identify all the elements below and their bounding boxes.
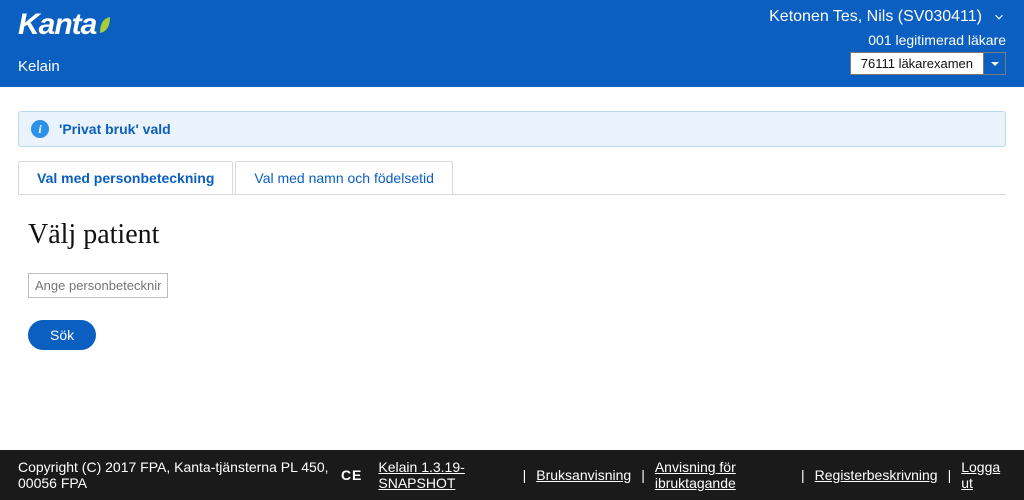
footer-link-register[interactable]: Registerbeskrivning bbox=[815, 467, 938, 483]
logo-text: Kanta bbox=[18, 8, 96, 42]
info-banner: i 'Privat bruk' vald bbox=[18, 111, 1006, 147]
info-banner-text: 'Privat bruk' vald bbox=[59, 121, 171, 137]
user-menu[interactable]: Ketonen Tes, Nils (SV030411) bbox=[769, 8, 1006, 26]
footer-link-logout[interactable]: Logga ut bbox=[961, 459, 1006, 491]
app-header: Kanta Kelain Ketonen Tes, Nils (SV030411… bbox=[0, 0, 1024, 87]
panel-heading: Välj patient bbox=[28, 219, 996, 251]
footer-link-deployment[interactable]: Anvisning för ibruktagande bbox=[655, 459, 791, 491]
chevron-down-icon bbox=[992, 10, 1006, 24]
header-right: Ketonen Tes, Nils (SV030411) 001 legitim… bbox=[769, 8, 1006, 75]
tab-name-birth[interactable]: Val med namn och födelsetid bbox=[235, 161, 453, 194]
tab-bar: Val med personbeteckning Val med namn oc… bbox=[18, 161, 1006, 195]
user-display-name: Ketonen Tes, Nils (SV030411) bbox=[769, 8, 982, 26]
footer-link-manual[interactable]: Bruksanvisning bbox=[536, 467, 631, 483]
role-select-caret[interactable] bbox=[984, 52, 1006, 75]
info-icon: i bbox=[31, 120, 49, 138]
footer-copyright: Copyright (C) 2017 FPA, Kanta-tjänsterna… bbox=[18, 459, 333, 491]
select-patient-panel: Välj patient Sök bbox=[18, 195, 1006, 350]
content-area: i 'Privat bruk' vald Val med personbetec… bbox=[0, 87, 1024, 450]
caret-down-icon bbox=[990, 59, 1000, 69]
footer-separator: | bbox=[799, 467, 807, 483]
footer: Copyright (C) 2017 FPA, Kanta-tjänsterna… bbox=[0, 450, 1024, 500]
footer-separator: | bbox=[946, 467, 954, 483]
tab-person-id[interactable]: Val med personbeteckning bbox=[18, 161, 233, 194]
footer-separator: | bbox=[521, 467, 529, 483]
logo-leaf-icon bbox=[98, 15, 112, 35]
role-select-value: 76111 läkarexamen bbox=[850, 52, 984, 75]
footer-link-version[interactable]: Kelain 1.3.19-SNAPSHOT bbox=[378, 459, 512, 491]
search-button[interactable]: Sök bbox=[28, 320, 96, 350]
footer-separator: | bbox=[639, 467, 647, 483]
person-id-input[interactable] bbox=[28, 273, 168, 298]
role-select[interactable]: 76111 läkarexamen bbox=[850, 52, 1006, 75]
role-label: 001 legitimerad läkare bbox=[769, 32, 1006, 48]
ce-mark-icon: CE bbox=[341, 467, 362, 483]
